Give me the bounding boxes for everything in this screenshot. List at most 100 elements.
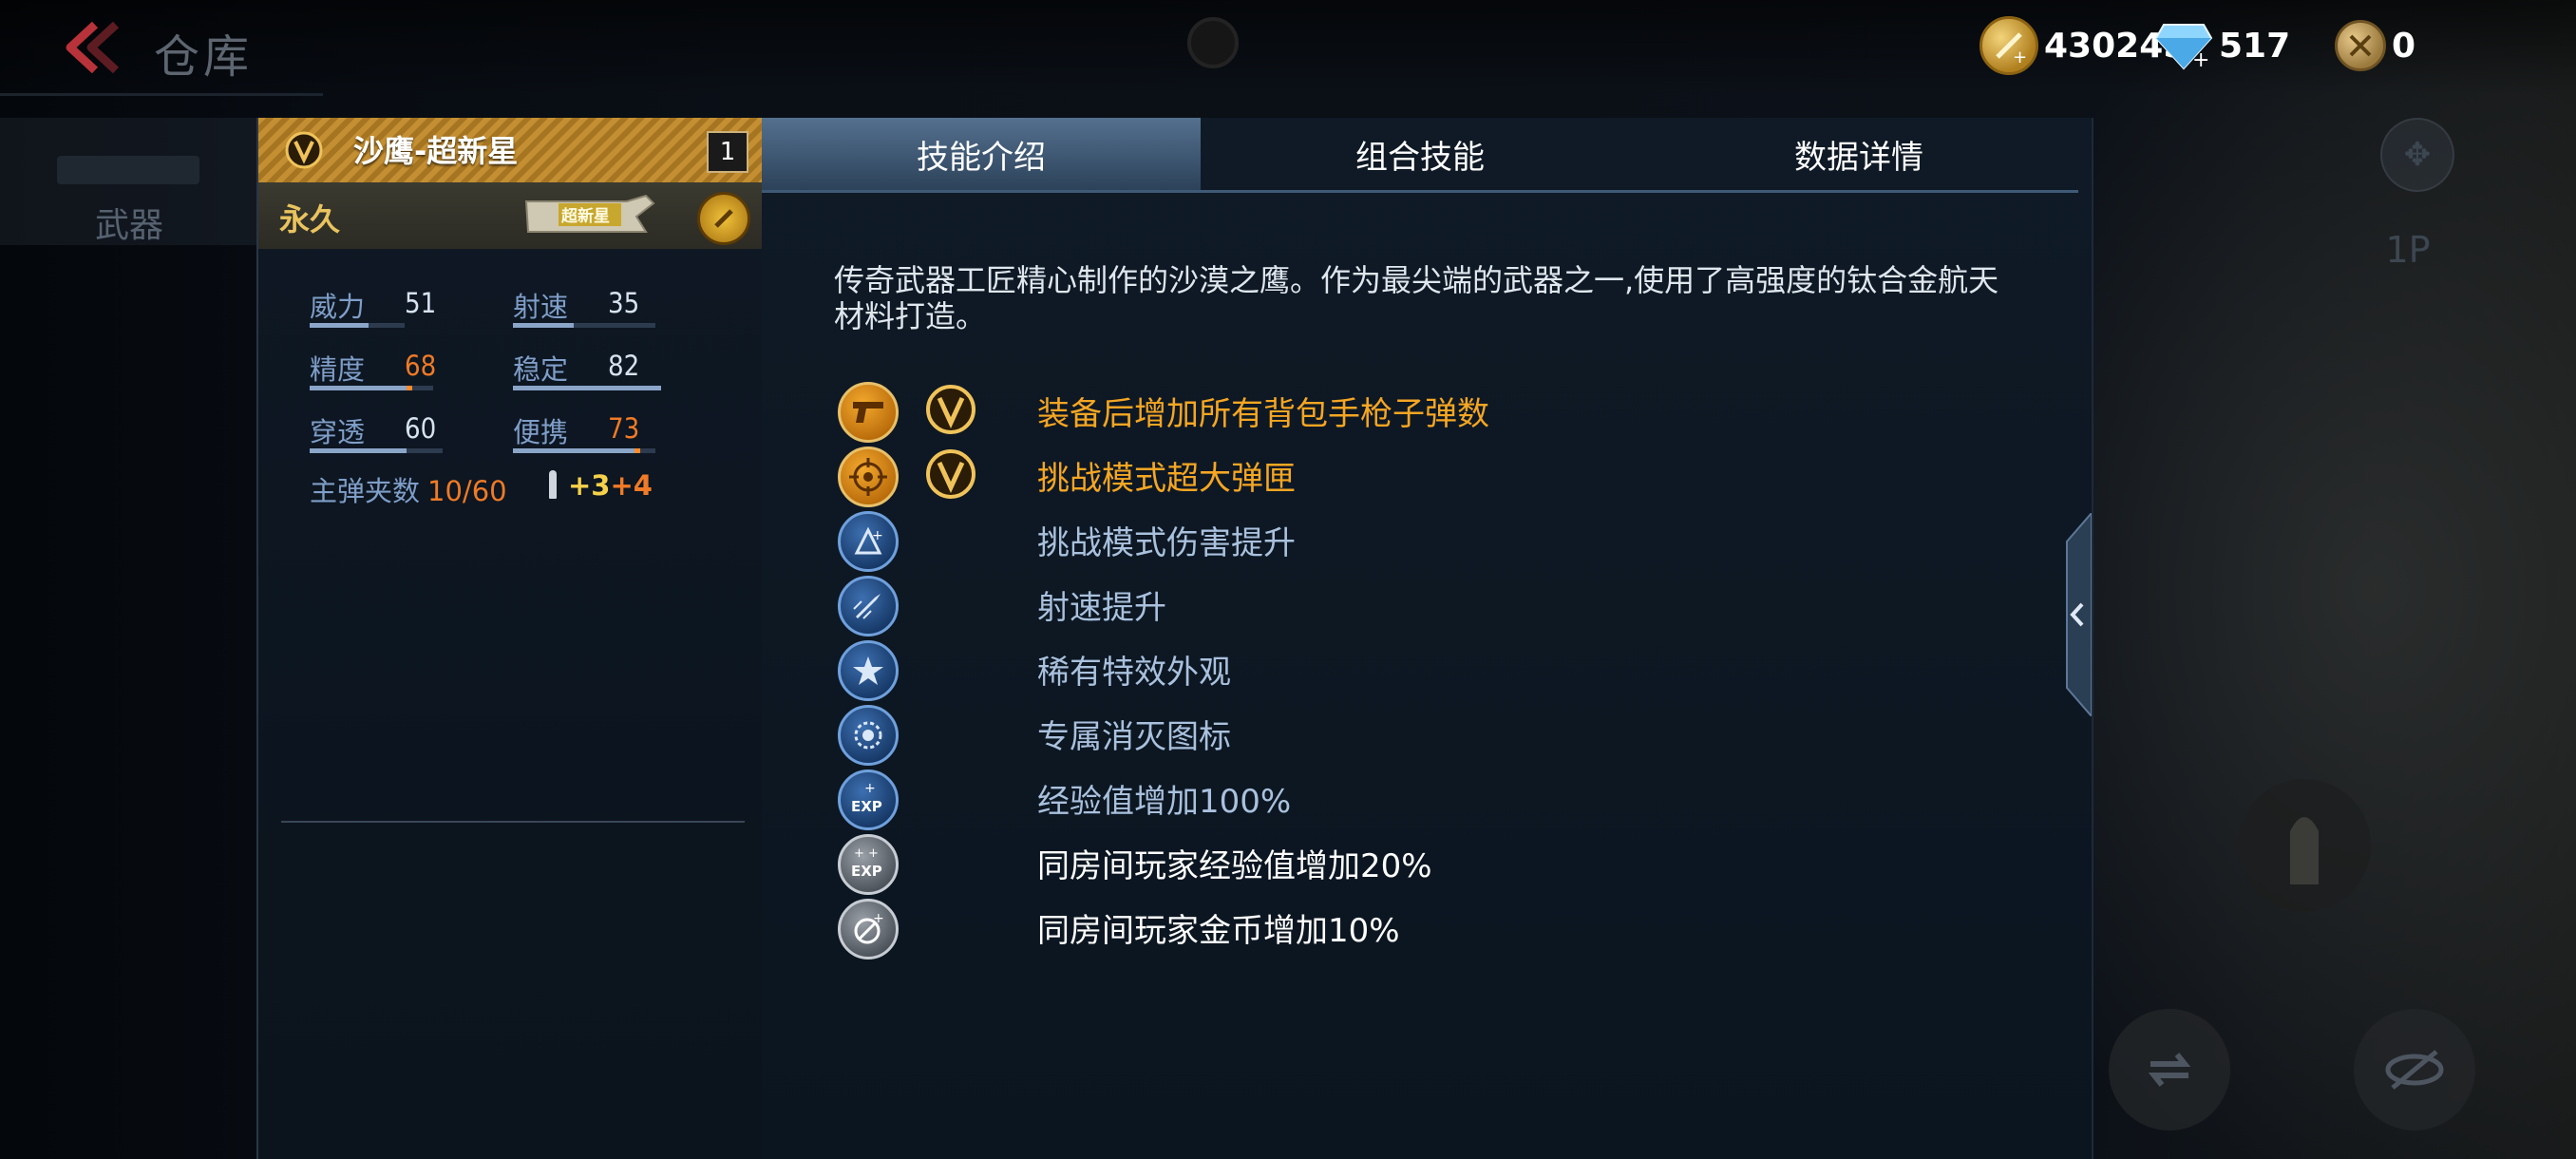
skill-text: 装备后增加所有背包手枪子弹数 [1037, 395, 1489, 433]
sidebar-item-label: 武器 [95, 206, 164, 245]
diamond-currency[interactable]: + 517 [2154, 17, 2290, 74]
skill-text: 专属消灭图标 [1037, 718, 1231, 756]
gold-medal-icon [697, 192, 750, 245]
tab-data-details[interactable]: 数据详情 [1639, 118, 2078, 190]
supernova-tag-label: 超新星 [561, 206, 610, 226]
stat-value: 60 [405, 412, 437, 445]
ammo-capacity: 主弹夹数 10/60 [310, 469, 507, 509]
stat-accuracy: 精度 68 [310, 348, 462, 390]
svg-text:EXP: EXP [851, 798, 882, 815]
svg-text:+: + [2013, 48, 2027, 65]
skill-row: 挑战模式超大弹匣 [838, 445, 1978, 507]
skill-text: 射速提升 [1037, 589, 1166, 627]
token-icon [2335, 20, 2386, 71]
target-icon [838, 446, 899, 507]
stat-bar [513, 386, 661, 390]
dpad-icon[interactable]: ✥ [2380, 118, 2454, 192]
svg-text:EXP: EXP [851, 863, 882, 880]
stat-power: 威力 51 [310, 285, 462, 328]
ammo-bonus-a: +3 [568, 469, 611, 502]
stat-bar [513, 448, 655, 453]
stat-bar [310, 386, 433, 390]
diamond-icon: + [2154, 24, 2213, 70]
status-dot [1187, 17, 1239, 68]
svg-text:+: + [873, 911, 884, 926]
stat-value: 82 [608, 350, 640, 382]
damage-boost-icon: + [838, 511, 899, 572]
stat-penetration: 穿透 60 [310, 410, 462, 453]
stat-label: 威力 [310, 291, 366, 323]
skill-row: + 挑战模式伤害提升 [838, 509, 1978, 572]
sidebar-item-weapons[interactable]: 武器 [0, 118, 256, 245]
collapse-handle-icon[interactable] [2059, 513, 2092, 716]
legend-v-icon [926, 385, 975, 434]
rifle-icon [57, 156, 199, 184]
token-amount: 0 [2392, 26, 2416, 66]
stat-value: 73 [608, 412, 640, 445]
exp-icon: + EXP [838, 770, 899, 830]
title-underline [0, 93, 323, 96]
diamond-amount: 517 [2219, 26, 2291, 66]
room-exp-icon: + + EXP [838, 834, 899, 895]
stat-portability: 便携 73 [513, 410, 665, 453]
ammo-icon [2238, 779, 2371, 912]
svg-text:+: + [864, 781, 876, 796]
tab-bar: 技能介绍 组合技能 数据详情 [762, 118, 2078, 193]
stat-value: 35 [608, 287, 640, 319]
ammo-value: 10/60 [427, 475, 507, 507]
supernova-tag-icon: 超新星 [524, 194, 655, 233]
stat-label: 稳定 [513, 353, 569, 386]
stat-value: 51 [405, 287, 437, 319]
stat-bar-tip [407, 386, 412, 390]
stat-value: 68 [405, 350, 437, 382]
skill-text: 稀有特效外观 [1037, 654, 1231, 692]
stat-stability: 稳定 82 [513, 348, 665, 390]
back-icon[interactable] [59, 19, 125, 76]
weapon-header: 沙鹰-超新星 1 [258, 118, 764, 183]
ammo-bonus-b: +4 [610, 469, 653, 502]
weapon-duration: 永久 [279, 201, 341, 238]
skill-panel: 技能介绍 组合技能 数据详情 传奇武器工匠精心制作的沙漠之鹰。作为最尖端的武器之… [762, 118, 2093, 1159]
star-icon [838, 640, 899, 701]
skill-row: 装备后增加所有背包手枪子弹数 [838, 380, 1978, 443]
tab-skill-intro[interactable]: 技能介绍 [762, 118, 1201, 190]
pistol-icon [838, 382, 899, 443]
stat-bar-tip [635, 448, 640, 453]
weapon-name: 沙鹰-超新星 [353, 133, 519, 169]
room-coin-icon: + [838, 899, 899, 960]
stat-label: 穿透 [310, 416, 366, 448]
token-currency[interactable]: 0 [2335, 17, 2415, 74]
stat-fire-rate: 射速 35 [513, 285, 665, 328]
skill-row: 专属消灭图标 [838, 703, 1978, 766]
skill-row: + EXP 经验值增加100% [838, 768, 1978, 830]
tab-combo-skills[interactable]: 组合技能 [1201, 118, 1639, 190]
weapon-panel: 沙鹰-超新星 1 永久 超新星 威力 51 射速 35 精度 68 稳定 82 … [256, 118, 764, 1159]
svg-text:+ +: + + [854, 846, 879, 861]
svg-text:+: + [2192, 48, 2209, 70]
skill-text: 经验值增加100% [1037, 783, 1292, 821]
swap-icon[interactable] [2109, 1009, 2230, 1130]
p1-toggle[interactable]: 1P [2373, 215, 2443, 285]
hide-icon[interactable] [2354, 1009, 2475, 1130]
page-title: 仓库 [154, 30, 254, 84]
weapon-subheader: 永久 超新星 [258, 182, 764, 249]
skill-text: 挑战模式超大弹匣 [1037, 460, 1296, 498]
skill-row: + 同房间玩家金币增加10% [838, 897, 1978, 960]
stat-label: 射速 [513, 291, 569, 323]
skill-text: 同房间玩家经验值增加20% [1037, 847, 1432, 885]
kill-icon [838, 705, 899, 766]
legend-v-icon [285, 131, 323, 169]
bullet-speed-icon [838, 576, 899, 636]
stat-bar [310, 323, 405, 328]
gold-coin-icon: + [1979, 16, 2038, 75]
bullet-icon [549, 470, 557, 499]
skill-row: 稀有特效外观 [838, 638, 1978, 701]
skill-row: 射速提升 [838, 574, 1978, 636]
ammo-bonus: +3+4 [549, 469, 653, 502]
stat-label: 便携 [513, 416, 569, 448]
skill-text: 挑战模式伤害提升 [1037, 524, 1296, 562]
svg-text:+: + [872, 528, 883, 543]
stat-bar [310, 448, 443, 453]
skill-text: 同房间玩家金币增加10% [1037, 912, 1400, 950]
weapon-description: 传奇武器工匠精心制作的沙漠之鹰。作为最尖端的武器之一,使用了高强度的钛合金航天材… [834, 262, 1999, 334]
